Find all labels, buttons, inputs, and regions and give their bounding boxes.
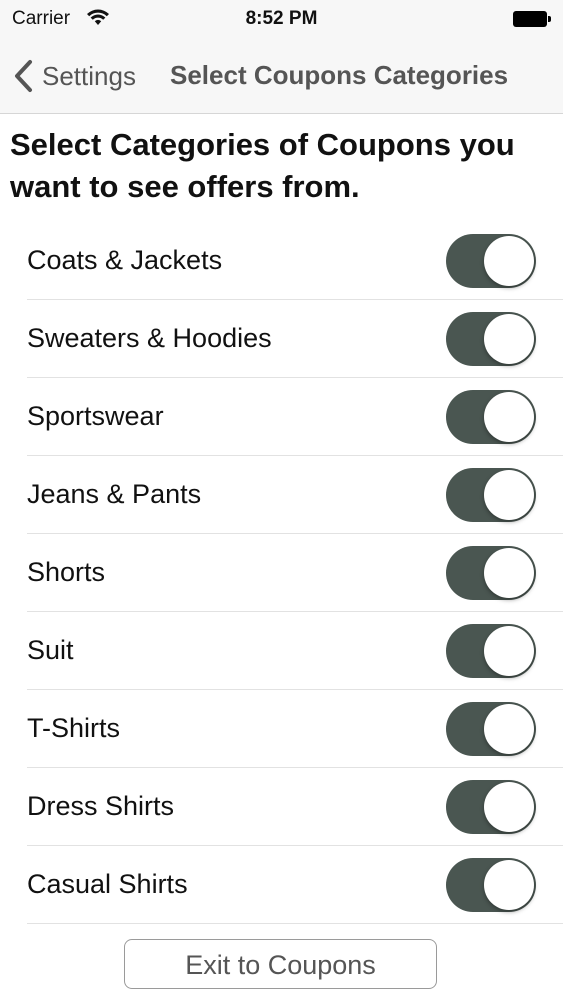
list-item: Sportswear <box>27 378 563 456</box>
navigation-bar: Settings Select Coupons Categories <box>0 38 563 114</box>
status-time: 8:52 PM <box>245 8 318 29</box>
chevron-left-icon <box>15 60 32 92</box>
category-toggle[interactable] <box>446 468 536 522</box>
category-toggle[interactable] <box>446 780 536 834</box>
category-label: Casual Shirts <box>27 869 188 899</box>
category-label: Shorts <box>27 557 106 587</box>
category-label: Dress Shirts <box>27 791 175 821</box>
category-label: Jeans & Pants <box>27 479 202 509</box>
category-toggle[interactable] <box>446 234 536 288</box>
category-toggle[interactable] <box>446 390 536 444</box>
back-button[interactable]: Settings <box>12 56 136 96</box>
instructions-heading: Select Categories of Coupons you want to… <box>10 127 515 204</box>
page-title: Select Coupons Categories <box>170 60 509 90</box>
category-toggle[interactable] <box>446 702 536 756</box>
toggle-knob <box>484 704 534 754</box>
toggle-knob <box>484 860 534 910</box>
list-item: T-Shirts <box>27 690 563 768</box>
list-item: Suit <box>27 612 563 690</box>
category-label: T-Shirts <box>27 713 121 743</box>
toggle-knob <box>484 470 534 520</box>
category-label: Sweaters & Hoodies <box>27 323 272 353</box>
category-label: Suit <box>27 635 74 665</box>
category-toggle[interactable] <box>446 312 536 366</box>
toggle-knob <box>484 392 534 442</box>
category-toggle[interactable] <box>446 624 536 678</box>
toggle-knob <box>484 626 534 676</box>
list-item: Dress Shirts <box>27 768 563 846</box>
category-label: Coats & Jackets <box>27 245 223 275</box>
category-toggle[interactable] <box>446 546 536 600</box>
list-item: Sweaters & Hoodies <box>27 300 563 378</box>
list-item: Jeans & Pants <box>27 456 563 534</box>
battery-icon <box>513 11 551 27</box>
status-bar: Carrier 8:52 PM <box>0 0 563 38</box>
back-label: Settings <box>42 60 136 91</box>
toggle-knob <box>484 236 534 286</box>
exit-to-coupons-button[interactable]: Exit to Coupons <box>124 939 437 989</box>
category-label: Sportswear <box>27 401 164 431</box>
list-item: Casual Shirts <box>27 846 563 924</box>
toggle-knob <box>484 782 534 832</box>
list-item: Coats & Jackets <box>27 222 563 300</box>
list-item: Shorts <box>27 534 563 612</box>
toggle-knob <box>484 314 534 364</box>
category-list: Coats & Jackets Sweaters & Hoodies Sport… <box>0 222 563 924</box>
category-toggle[interactable] <box>446 858 536 912</box>
toggle-knob <box>484 548 534 598</box>
